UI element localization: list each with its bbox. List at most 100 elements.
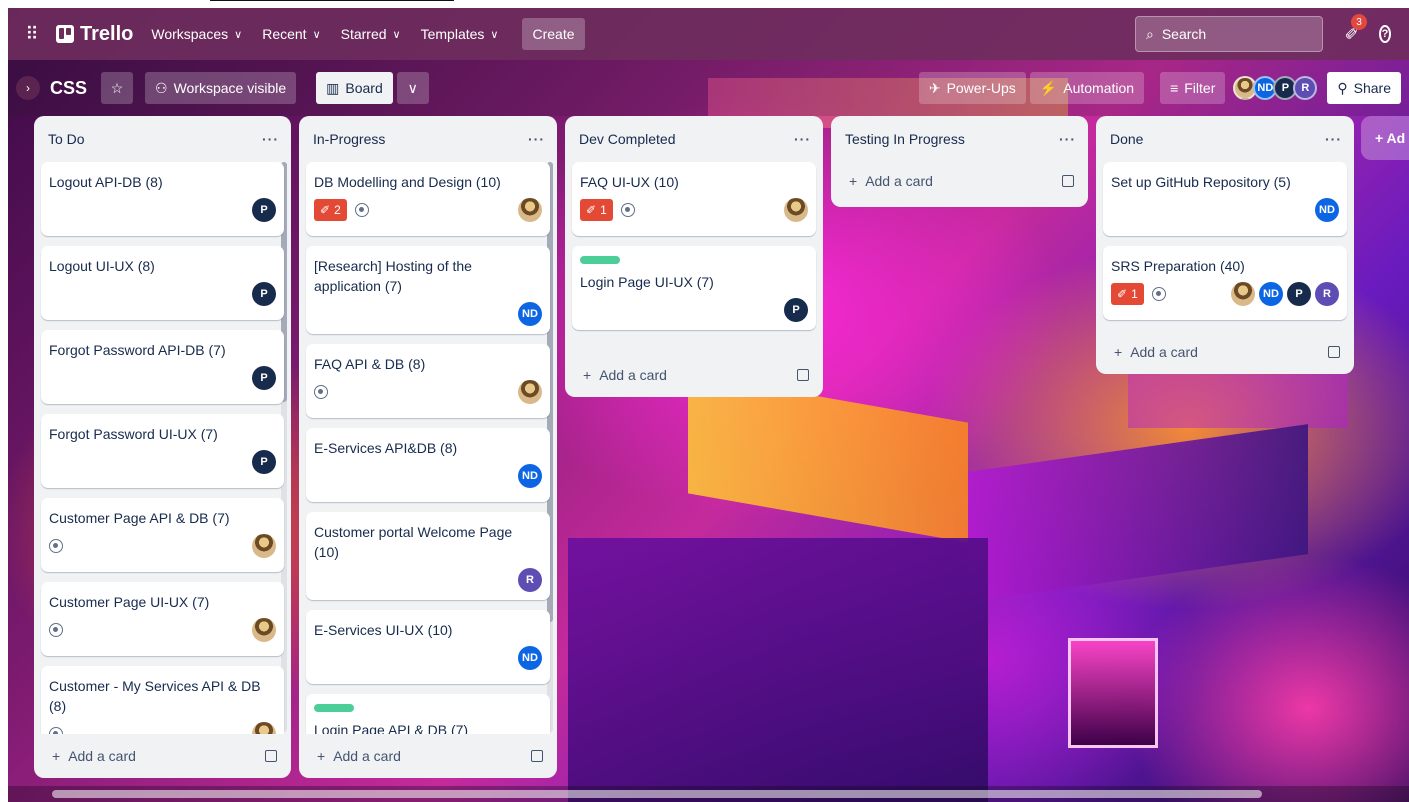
add-card-button[interactable]: + Add a card: [849, 173, 933, 189]
menu-label: Workspaces: [151, 26, 229, 42]
filter-button[interactable]: ≡ Filter: [1160, 72, 1226, 104]
avatar[interactable]: P: [784, 298, 808, 322]
view-switcher-chevron-icon[interactable]: ∨: [396, 72, 429, 104]
card[interactable]: FAQ UI-UX (10) ✐ 1: [572, 162, 816, 236]
card[interactable]: [Research] Hosting of the application (7…: [306, 246, 550, 334]
star-icon[interactable]: ☆: [101, 72, 134, 104]
sidebar-expand-icon[interactable]: ›: [16, 76, 40, 100]
avatar[interactable]: [252, 722, 276, 734]
list-menu-icon[interactable]: ···: [528, 131, 545, 147]
create-from-template-icon[interactable]: [265, 750, 277, 762]
avatar[interactable]: [252, 618, 276, 642]
card-title: E-Services UI-UX (10): [314, 622, 453, 638]
starred-menu[interactable]: Starred ∨: [331, 18, 411, 50]
avatar[interactable]: [518, 380, 542, 404]
workspaces-menu[interactable]: Workspaces ∨: [141, 18, 252, 50]
add-card-button[interactable]: + Add a card: [1114, 344, 1198, 360]
avatar[interactable]: ND: [1315, 198, 1339, 222]
add-list-button[interactable]: + Ad: [1361, 116, 1409, 160]
card[interactable]: Set up GitHub Repository (5) ND: [1103, 162, 1347, 236]
card-title: Login Page API & DB (7): [314, 722, 469, 734]
avatar[interactable]: ND: [518, 646, 542, 670]
avatar[interactable]: [1231, 282, 1255, 306]
card-footer: ND: [314, 464, 542, 488]
list-title[interactable]: In-Progress: [313, 131, 385, 147]
card[interactable]: Forgot Password API-DB (7) P: [41, 330, 284, 404]
avatar[interactable]: P: [252, 366, 276, 390]
create-from-template-icon[interactable]: [1062, 175, 1074, 187]
card[interactable]: Logout API-DB (8) P: [41, 162, 284, 236]
avatar[interactable]: R: [518, 568, 542, 592]
search-input[interactable]: [1161, 26, 1302, 42]
list-title[interactable]: To Do: [48, 131, 85, 147]
list-menu-icon[interactable]: ···: [794, 131, 811, 147]
card[interactable]: Login Page UI-UX (7) P: [572, 246, 816, 330]
list-menu-icon[interactable]: ···: [1325, 131, 1342, 147]
card-badges: ✐ 1: [580, 199, 635, 221]
add-card-button[interactable]: + Add a card: [52, 748, 136, 764]
avatar[interactable]: P: [252, 198, 276, 222]
card[interactable]: Login Page API & DB (7): [306, 694, 550, 734]
list-header: To Do ···: [34, 116, 291, 162]
avatar[interactable]: ND: [518, 464, 542, 488]
card-badges: [49, 539, 63, 553]
notifications-button[interactable]: ✐ 3: [1335, 14, 1369, 50]
card-title: FAQ API & DB (8): [314, 356, 426, 372]
create-button[interactable]: Create: [522, 18, 585, 50]
add-card-button[interactable]: + Add a card: [317, 748, 401, 764]
visibility-button[interactable]: ⚇ Workspace visible: [145, 72, 297, 104]
card[interactable]: E-Services UI-UX (10) ND: [306, 610, 550, 684]
list-title[interactable]: Dev Completed: [579, 131, 676, 147]
card-members: ND: [518, 464, 542, 488]
card[interactable]: SRS Preparation (40) ✐ 1 ND P R: [1103, 246, 1347, 320]
avatar[interactable]: ND: [1259, 282, 1283, 306]
filter-label: Filter: [1184, 80, 1216, 96]
avatar[interactable]: P: [1287, 282, 1311, 306]
list-menu-icon[interactable]: ···: [262, 131, 279, 147]
card[interactable]: Customer - My Services API & DB (8): [41, 666, 284, 734]
board-title[interactable]: CSS: [50, 78, 87, 99]
templates-menu[interactable]: Templates ∨: [411, 18, 509, 50]
avatar[interactable]: R: [1293, 76, 1318, 100]
card[interactable]: Customer Page UI-UX (7): [41, 582, 284, 656]
card[interactable]: Logout UI-UX (8) P: [41, 246, 284, 320]
avatar[interactable]: ND: [518, 302, 542, 326]
card[interactable]: FAQ API & DB (8): [306, 344, 550, 418]
apps-grid-icon[interactable]: ⠿: [16, 18, 48, 50]
card[interactable]: E-Services API&DB (8) ND: [306, 428, 550, 502]
list-menu-icon[interactable]: ···: [1059, 131, 1076, 147]
card-members: P: [252, 282, 276, 306]
add-card-button[interactable]: + Add a card: [583, 367, 667, 383]
board-view-button[interactable]: ▥ Board: [316, 72, 393, 104]
board-scroll-thumb[interactable]: [52, 790, 1262, 798]
recent-menu[interactable]: Recent ∨: [252, 18, 330, 50]
list-footer: + Add a card: [299, 734, 557, 778]
help-button[interactable]: ?: [1369, 18, 1401, 50]
search-box[interactable]: ⌕: [1135, 16, 1323, 52]
screen: ⠿ Trello Workspaces ∨ Recent ∨ Starred ∨…: [0, 0, 1409, 802]
green-label[interactable]: [580, 256, 620, 264]
trello-logo[interactable]: Trello: [48, 18, 141, 50]
board-horizontal-scrollbar[interactable]: [8, 786, 1409, 802]
powerups-button[interactable]: ✈ Power-Ups: [918, 72, 1026, 104]
card[interactable]: DB Modelling and Design (10) ✐ 2: [306, 162, 550, 236]
card[interactable]: Forgot Password UI-UX (7) P: [41, 414, 284, 488]
list-title[interactable]: Testing In Progress: [845, 131, 965, 147]
green-label[interactable]: [314, 704, 354, 712]
card-title: Customer Page UI-UX (7): [49, 594, 210, 610]
avatar[interactable]: [784, 198, 808, 222]
automation-button[interactable]: ⚡ Automation: [1029, 72, 1145, 104]
create-from-template-icon[interactable]: [1328, 346, 1340, 358]
share-button[interactable]: ⚲ Share: [1327, 72, 1401, 104]
avatar[interactable]: P: [252, 282, 276, 306]
card[interactable]: Customer Page API & DB (7): [41, 498, 284, 572]
card[interactable]: Customer portal Welcome Page (10) R: [306, 512, 550, 600]
avatar[interactable]: R: [1315, 282, 1339, 306]
card-badges: ✐ 2: [314, 199, 369, 221]
avatar[interactable]: [518, 198, 542, 222]
list-title[interactable]: Done: [1110, 131, 1143, 147]
create-from-template-icon[interactable]: [797, 369, 809, 381]
create-from-template-icon[interactable]: [531, 750, 543, 762]
avatar[interactable]: P: [252, 450, 276, 474]
avatar[interactable]: [252, 534, 276, 558]
